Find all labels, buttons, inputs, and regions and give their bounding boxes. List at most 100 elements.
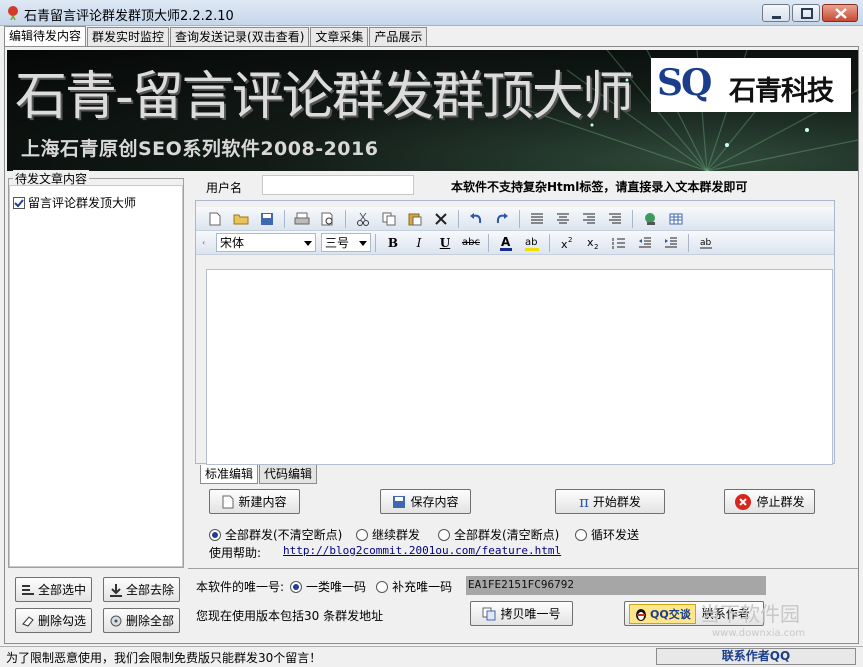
- chevron-down-icon: [359, 241, 367, 246]
- toolbar-separator: [519, 209, 520, 228]
- radio-button[interactable]: [209, 528, 221, 541]
- svg-text:A: A: [501, 235, 511, 249]
- copy-uid-button[interactable]: 拷贝唯一号: [470, 601, 573, 626]
- eraser-icon: [22, 615, 34, 627]
- logo-sq: SQ: [657, 62, 712, 104]
- tab-products[interactable]: 产品展示: [369, 27, 428, 46]
- username-label: 用户名: [206, 181, 243, 195]
- deselect-all-button[interactable]: 全部去除: [103, 577, 180, 602]
- justify-icon[interactable]: [605, 210, 625, 228]
- send-mode-full-clear[interactable]: 全部群发(清空断点): [438, 526, 559, 543]
- radio-button[interactable]: [376, 580, 389, 593]
- send-mode-loop[interactable]: 循环发送: [575, 526, 639, 543]
- insert-table-icon[interactable]: [666, 210, 686, 228]
- checkmark-icon: [14, 198, 24, 207]
- undo-icon[interactable]: [466, 210, 486, 228]
- article-list[interactable]: 留言评论群发顶大师: [9, 185, 183, 567]
- banner-title: 石青-留言评论群发群顶大师: [15, 67, 634, 127]
- highlight-icon[interactable]: ab: [522, 234, 542, 252]
- tab-send-records[interactable]: 查询发送记录(双击查看): [170, 27, 310, 46]
- toolbar-separator: [488, 233, 489, 252]
- select-all-button[interactable]: 全部选中: [15, 577, 92, 602]
- close-button[interactable]: [822, 4, 858, 22]
- redo-icon[interactable]: [492, 210, 512, 228]
- send-mode-continue[interactable]: 继续群发: [356, 526, 420, 543]
- tab-standard-edit[interactable]: 标准编辑: [200, 465, 259, 484]
- stop-send-button[interactable]: 停止群发: [724, 489, 815, 514]
- window-title: 石青留言评论群发群顶大师2.2.2.10: [24, 9, 234, 24]
- radio-button[interactable]: [575, 528, 587, 541]
- help-link[interactable]: http://blog2commit.2001ou.com/feature.ht…: [283, 544, 561, 557]
- align-right-icon[interactable]: [579, 210, 599, 228]
- contact-author-qq[interactable]: 联系作者QQ: [656, 648, 856, 665]
- copy-icon[interactable]: [379, 210, 399, 228]
- delete-checked-button[interactable]: 删除勾选: [15, 608, 92, 633]
- bold-icon[interactable]: B: [383, 234, 403, 252]
- clear-format-icon[interactable]: ab: [696, 234, 716, 252]
- article-checkbox[interactable]: [13, 196, 25, 209]
- delete-all-button[interactable]: 删除全部: [103, 608, 180, 633]
- main-tabs: 编辑待发内容 群发实时监控 查询发送记录(双击查看) 文章采集 产品展示: [4, 26, 428, 46]
- insert-link-icon[interactable]: [640, 210, 660, 228]
- qq-badge: QQ交谈: [629, 603, 696, 624]
- underline-icon[interactable]: U: [435, 234, 455, 252]
- send-mode-full-keep[interactable]: 全部群发(不清空断点): [209, 526, 342, 543]
- tab-edit-content[interactable]: 编辑待发内容: [4, 26, 87, 46]
- help-label: 使用帮助:: [209, 546, 262, 560]
- radio-button[interactable]: [356, 528, 368, 541]
- editor-textarea[interactable]: [206, 269, 833, 465]
- new-content-button[interactable]: 新建内容: [209, 489, 300, 514]
- align-center-icon[interactable]: [553, 210, 573, 228]
- delete-icon[interactable]: [431, 210, 451, 228]
- font-size-select[interactable]: 三号: [321, 233, 371, 252]
- stop-icon: [735, 493, 752, 510]
- chevron-down-icon: [304, 241, 312, 246]
- outdent-icon[interactable]: [635, 234, 655, 252]
- radio-button[interactable]: [290, 580, 303, 593]
- superscript-icon[interactable]: x2: [557, 234, 577, 252]
- uid-value-field[interactable]: EA1FE2151FC96792: [466, 576, 766, 595]
- logo-text: 石青科技: [729, 76, 834, 107]
- indent-icon[interactable]: [661, 234, 681, 252]
- tab-code-edit[interactable]: 代码编辑: [259, 465, 318, 484]
- italic-icon[interactable]: I: [409, 234, 429, 252]
- toolbar-separator: [549, 233, 550, 252]
- strikethrough-icon[interactable]: abc: [461, 234, 481, 252]
- watermark-text: 当下软件园: [700, 602, 800, 626]
- maximize-button[interactable]: [792, 4, 820, 22]
- username-input[interactable]: [262, 175, 414, 195]
- new-file-icon[interactable]: [205, 210, 225, 228]
- tab-article-collect[interactable]: 文章采集: [310, 27, 369, 46]
- disc-icon: [110, 615, 122, 626]
- align-left-icon[interactable]: [527, 210, 547, 228]
- uid-option-extra[interactable]: 补充唯一码: [376, 578, 452, 595]
- font-select[interactable]: 宋体: [216, 233, 316, 252]
- save-icon[interactable]: [257, 210, 277, 228]
- select-all-icon: [21, 584, 34, 595]
- tab-realtime-monitor[interactable]: 群发实时监控: [87, 27, 170, 46]
- toolbar-separator: [284, 209, 285, 228]
- rich-text-editor: ‹ 宋体 三号 B I U abc A ab x2 x2 ab: [195, 200, 835, 465]
- editor-mode-tabs: 标准编辑 代码编辑: [200, 465, 318, 484]
- radio-button[interactable]: [438, 528, 450, 541]
- minimize-button[interactable]: [762, 4, 790, 22]
- list-item[interactable]: 留言评论群发顶大师: [13, 194, 136, 211]
- toolbar-separator: [345, 209, 346, 228]
- company-logo: SQ 石青科技: [651, 58, 851, 112]
- banner: 石青-留言评论群发群顶大师 上海石青原创SEO系列软件2008-2016 SQ …: [7, 50, 858, 171]
- save-content-button[interactable]: 保存内容: [380, 489, 471, 514]
- toolbar-separator: [632, 209, 633, 228]
- font-color-icon[interactable]: A: [496, 234, 516, 252]
- uid-option-primary[interactable]: 一类唯一码: [290, 578, 366, 595]
- close-icon: [835, 8, 847, 19]
- subscript-icon[interactable]: x2: [583, 234, 603, 252]
- start-send-button[interactable]: π 开始群发: [555, 489, 665, 514]
- qq-penguin-icon: [636, 608, 646, 621]
- open-folder-icon[interactable]: [231, 210, 251, 228]
- watermark-url: www.downxia.com: [712, 628, 806, 639]
- paste-icon[interactable]: [405, 210, 425, 228]
- numbered-list-icon[interactable]: [609, 234, 629, 252]
- print-icon[interactable]: [292, 210, 312, 228]
- print-preview-icon[interactable]: [318, 210, 338, 228]
- cut-icon[interactable]: [353, 210, 373, 228]
